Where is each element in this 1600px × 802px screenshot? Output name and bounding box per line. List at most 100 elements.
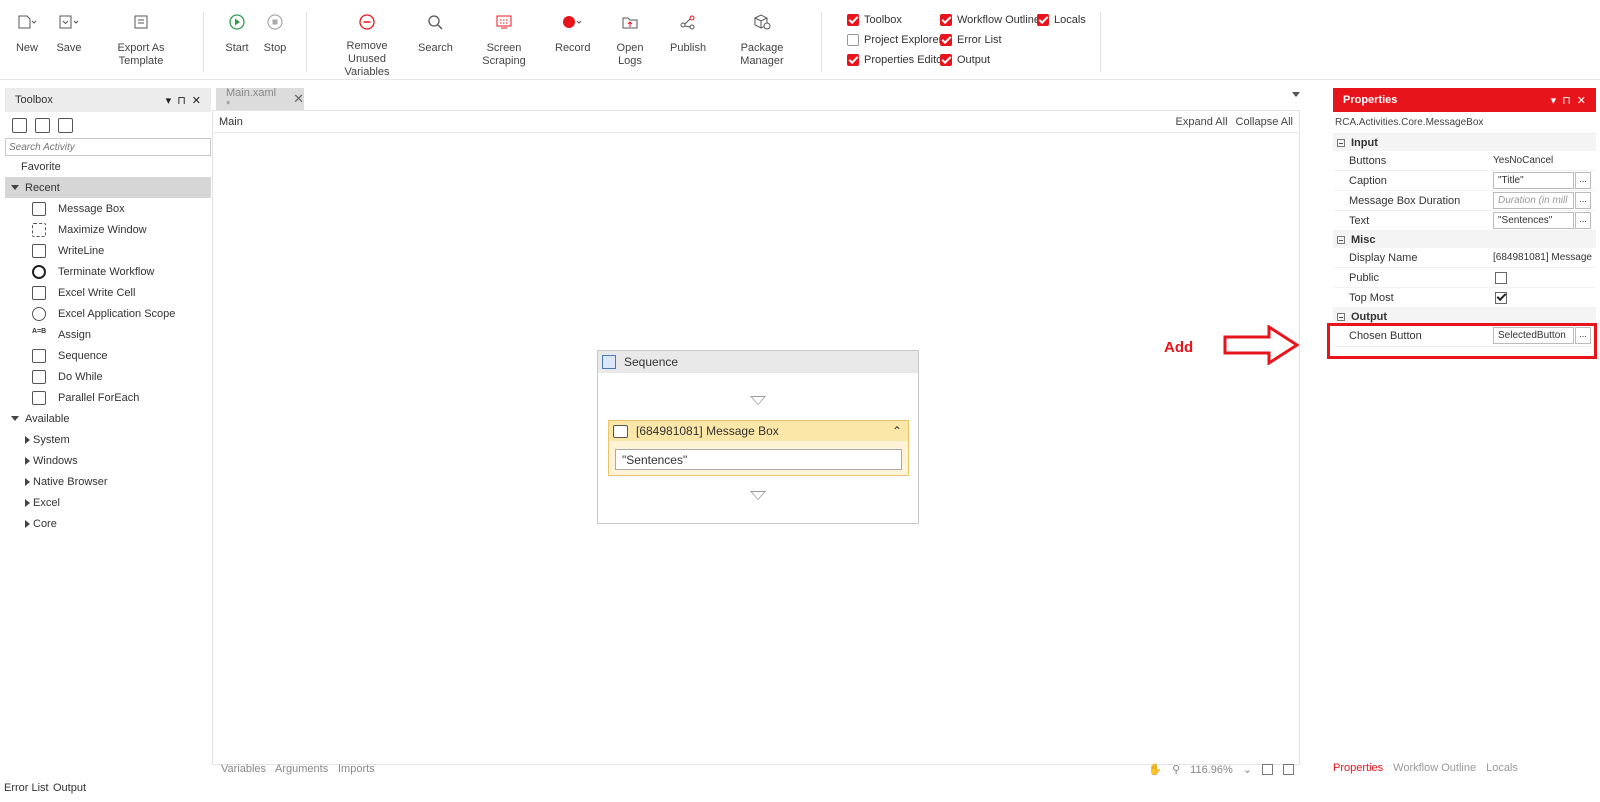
screen-scraping-button[interactable]: Screen Scraping — [466, 10, 542, 68]
category-core[interactable]: Core — [5, 513, 211, 534]
category-windows[interactable]: Windows — [5, 450, 211, 471]
locals-panel-checkbox[interactable]: Locals — [1037, 14, 1086, 26]
tab-output[interactable]: Output — [53, 782, 86, 794]
fit-to-screen-icon[interactable] — [1262, 764, 1273, 775]
tab-error-list[interactable]: Error List — [4, 782, 49, 794]
tab-list-dropdown-icon[interactable] — [1292, 92, 1300, 97]
pin-icon[interactable]: ⊓ — [177, 94, 186, 107]
message-box-activity[interactable]: [684981081] Message Box ⌃ "Sentences" — [608, 420, 909, 476]
category-system[interactable]: System — [5, 429, 211, 450]
category-misc[interactable]: Misc — [1333, 231, 1596, 248]
sequence-icon — [602, 355, 616, 369]
sequence-header[interactable]: Sequence — [598, 351, 918, 373]
favorite-group[interactable]: Favorite — [5, 156, 211, 177]
activity-sequence[interactable]: Sequence — [5, 345, 211, 366]
category-excel[interactable]: Excel — [5, 492, 211, 513]
error-list-panel-checkbox[interactable]: Error List — [940, 34, 1002, 46]
text-input[interactable]: "Sentences" — [1493, 212, 1574, 229]
checkbox-checked-icon — [1037, 14, 1049, 26]
checkbox-checked-icon — [847, 54, 859, 66]
display-name-input[interactable]: [684981081] Message — [1491, 248, 1596, 268]
activity-parallel-foreach[interactable]: Parallel ForEach — [5, 387, 211, 408]
imports-tab[interactable]: Imports — [338, 763, 375, 775]
tab-workflow-outline[interactable]: Workflow Outline — [1393, 762, 1476, 778]
hand-pan-icon[interactable]: ✋ — [1148, 763, 1162, 776]
message-box-header[interactable]: [684981081] Message Box ⌃ — [609, 421, 908, 441]
activity-message-box[interactable]: Message Box — [5, 198, 211, 219]
zoom-search-icon[interactable]: ⚲ — [1172, 763, 1180, 776]
overview-icon[interactable] — [1283, 764, 1294, 775]
save-icon — [55, 10, 83, 34]
buttons-value[interactable]: YesNoCancel — [1491, 151, 1596, 171]
collapse-icon[interactable] — [1337, 138, 1345, 147]
stop-button[interactable]: Stop — [263, 10, 287, 55]
save-button[interactable]: Save — [55, 10, 83, 55]
package-manager-button[interactable]: Package Manager — [720, 10, 804, 68]
sequence-icon — [32, 348, 46, 363]
new-button[interactable]: New — [14, 10, 40, 55]
project-explorer-panel-checkbox[interactable]: Project Explorer — [847, 34, 942, 46]
text-expression-button[interactable]: ... — [1575, 212, 1591, 229]
output-panel-checkbox[interactable]: Output — [940, 54, 990, 66]
activity-excel-application-scope[interactable]: Excel Application Scope — [5, 303, 211, 324]
dropdown-icon[interactable]: ▾ — [166, 94, 172, 107]
activity-do-while[interactable]: Do While — [5, 366, 211, 387]
close-tab-icon[interactable]: ✕ — [293, 91, 304, 107]
search-activity-input[interactable] — [5, 138, 211, 156]
tab-properties[interactable]: Properties — [1333, 762, 1383, 778]
collapse-all-icon[interactable] — [35, 117, 50, 133]
tab-locals[interactable]: Locals — [1486, 762, 1518, 778]
expand-all-link[interactable]: Expand All — [1176, 116, 1228, 128]
export-template-button[interactable]: Export As Template — [96, 10, 186, 68]
close-icon[interactable]: ✕ — [1577, 94, 1586, 107]
zoom-level[interactable]: 116.96% — [1190, 764, 1233, 776]
arguments-tab[interactable]: Arguments — [275, 763, 328, 775]
collapse-icon[interactable] — [1337, 312, 1345, 321]
available-group[interactable]: Available — [5, 408, 211, 429]
recent-group[interactable]: Recent — [5, 177, 211, 198]
close-icon[interactable]: ✕ — [192, 94, 201, 107]
open-logs-button[interactable]: Open Logs — [604, 10, 656, 68]
category-input[interactable]: Input — [1333, 134, 1596, 151]
activity-excel-write-cell[interactable]: Excel Write Cell — [5, 282, 211, 303]
message-text-field[interactable]: "Sentences" — [615, 449, 902, 470]
play-icon — [225, 10, 249, 34]
activity-writeline[interactable]: WriteLine — [5, 240, 211, 261]
toolbox-title: Toolbox — [15, 94, 53, 106]
top-most-checkbox[interactable] — [1495, 291, 1507, 304]
caption-input[interactable]: "Title" — [1493, 172, 1574, 189]
start-button[interactable]: Start — [225, 10, 249, 55]
collapsed-icon — [25, 519, 30, 528]
drop-target-icon[interactable] — [750, 491, 766, 500]
public-checkbox[interactable] — [1495, 271, 1507, 284]
caption-expression-button[interactable]: ... — [1575, 172, 1591, 189]
activity-maximize-window[interactable]: Maximize Window — [5, 219, 211, 240]
properties-editor-panel-checkbox[interactable]: Properties Editor — [847, 54, 946, 66]
toolbox-panel-checkbox[interactable]: Toolbox — [847, 14, 902, 26]
workflow-outline-panel-checkbox[interactable]: Workflow Outline — [940, 14, 1040, 26]
collapse-all-link[interactable]: Collapse All — [1236, 116, 1293, 128]
activity-assign[interactable]: A=B Assign — [5, 324, 211, 345]
sequence-activity[interactable]: Sequence [684981081] Message Box ⌃ "Sent… — [597, 350, 919, 524]
category-native-browser[interactable]: Native Browser — [5, 471, 211, 492]
search-button[interactable]: Search — [418, 10, 453, 55]
zoom-dropdown-icon[interactable]: ⌄ — [1243, 763, 1252, 776]
duration-input[interactable]: Duration (in mill — [1493, 192, 1574, 209]
screen-scraping-icon — [466, 10, 542, 34]
collapse-icon[interactable] — [1337, 235, 1345, 244]
breadcrumb[interactable]: Main — [219, 116, 1168, 128]
drop-target-icon[interactable] — [750, 396, 766, 405]
remove-unused-variables-button[interactable]: Remove Unused Variables — [328, 10, 406, 79]
assign-icon: A=B — [32, 327, 47, 335]
variables-tab[interactable]: Variables — [221, 763, 266, 775]
collapse-chevron-icon[interactable]: ⌃ — [892, 424, 902, 438]
tab-main-xaml[interactable]: Main.xaml * ✕ — [216, 87, 304, 111]
publish-button[interactable]: Publish — [670, 10, 706, 55]
activity-terminate-workflow[interactable]: Terminate Workflow — [5, 261, 211, 282]
list-view-icon[interactable] — [58, 117, 73, 133]
expand-all-icon[interactable] — [12, 117, 27, 133]
record-button[interactable]: Record — [555, 10, 590, 55]
duration-expression-button[interactable]: ... — [1575, 192, 1591, 209]
dropdown-icon[interactable]: ▾ — [1551, 94, 1557, 107]
pin-icon[interactable]: ⊓ — [1562, 94, 1571, 107]
